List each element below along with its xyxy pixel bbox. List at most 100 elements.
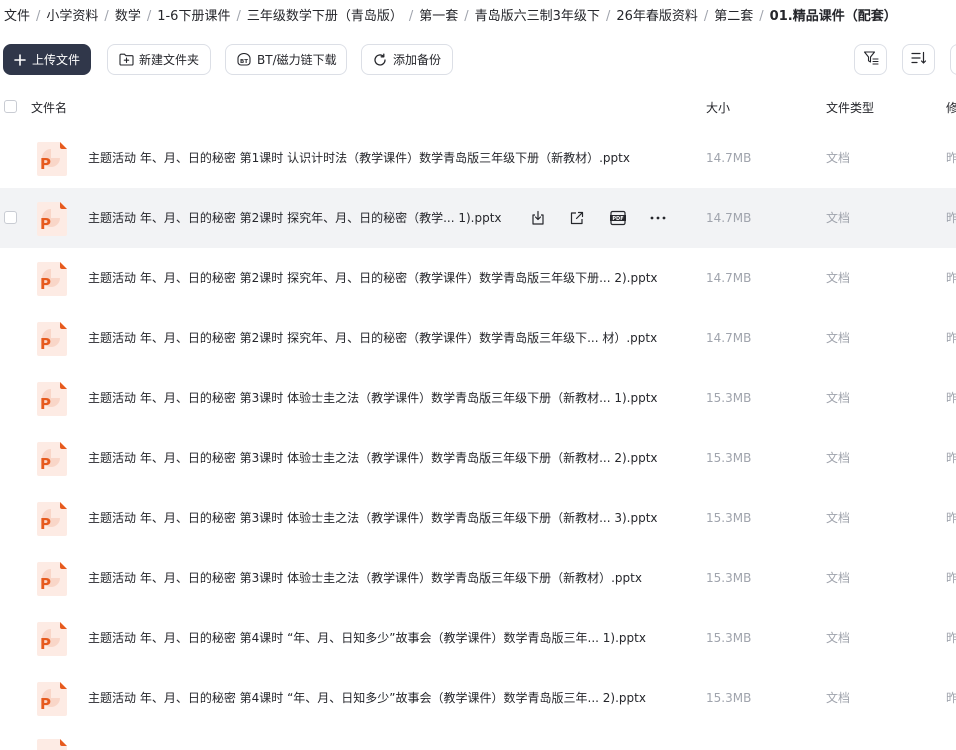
select-all-checkbox[interactable]: [4, 100, 17, 113]
file-modified: 昨: [946, 391, 956, 405]
file-name[interactable]: 主题活动 年、月、日的秘密 第2课时 探究年、月、日的秘密（教学课件）数学青岛版…: [88, 308, 657, 368]
file-modified: 昨: [946, 511, 956, 525]
file-name[interactable]: 主题活动 年、月、日的秘密 第3课时 体验士圭之法（教学课件）数学青岛版三年级下…: [88, 548, 642, 608]
file-size: 15.3MB: [706, 391, 752, 405]
file-size: 14.7MB: [706, 271, 752, 285]
file-list: P 主题活动 年、月、日的秘密 第1课时 认识计时法（教学课件）数学青岛版三年级…: [0, 128, 956, 728]
breadcrumb-item[interactable]: 青岛版六三制3年级下: [475, 7, 600, 27]
table-row[interactable]: P 主题活动 年、月、日的秘密 第4课时 “年、月、日知多少”故事会（教学课件）…: [0, 668, 956, 728]
row-checkbox[interactable]: [4, 211, 17, 224]
breadcrumb-item[interactable]: 26年春版资料: [616, 7, 698, 27]
filter-button[interactable]: [854, 44, 887, 75]
file-modified: 昨: [946, 151, 956, 165]
file-name[interactable]: 主题活动 年、月、日的秘密 第2课时 探究年、月、日的秘密（教学... 1).p…: [88, 188, 502, 248]
share-icon[interactable]: [567, 208, 587, 228]
svg-text:PDF: PDF: [612, 216, 623, 222]
breadcrumb-separator: /: [464, 9, 469, 24]
column-header-name[interactable]: 文件名: [31, 90, 67, 126]
file-size: 15.3MB: [706, 631, 752, 645]
table-header: 文件名 大小 文件类型 修: [0, 90, 956, 126]
file-size: 15.3MB: [706, 571, 752, 585]
breadcrumb-separator: /: [605, 9, 611, 24]
file-size: 14.7MB: [706, 151, 752, 165]
table-row[interactable]: P 主题活动 年、月、日的秘密 第3课时 体验士圭之法（教学课件）数学青岛版三年…: [0, 428, 956, 488]
table-row[interactable]: P 主题活动 年、月、日的秘密 第3课时 体验士圭之法（教学课件）数学青岛版三年…: [0, 548, 956, 608]
breadcrumb-separator: /: [408, 9, 414, 24]
svg-text:P: P: [40, 635, 51, 653]
svg-text:P: P: [40, 395, 51, 413]
toolbar-overflow-button[interactable]: [950, 44, 956, 75]
pptx-file-icon: P: [36, 682, 68, 716]
add-backup-button[interactable]: 添加备份: [361, 44, 453, 75]
file-size: 15.3MB: [706, 691, 752, 705]
breadcrumb-item[interactable]: 第二套: [714, 7, 753, 27]
file-type: 文档: [826, 631, 851, 645]
new-folder-button[interactable]: 新建文件夹: [107, 44, 211, 75]
upload-button-label: 上传文件: [31, 53, 80, 67]
pdf-icon[interactable]: PDF: [608, 208, 628, 228]
pptx-file-icon: P: [36, 202, 68, 236]
pptx-file-icon: P: [36, 322, 68, 356]
download-icon[interactable]: [528, 208, 548, 228]
svg-text:P: P: [40, 155, 51, 173]
file-name[interactable]: 主题活动 年、月、日的秘密 第3课时 体验士圭之法（教学课件）数学青岛版三年级下…: [88, 488, 658, 548]
file-size: 14.7MB: [706, 331, 752, 345]
column-header-type[interactable]: 文件类型: [826, 90, 874, 126]
file-name[interactable]: 主题活动 年、月、日的秘密 第4课时 “年、月、日知多少”故事会（教学课件）数学…: [88, 608, 646, 668]
svg-text:P: P: [40, 335, 51, 353]
column-header-size[interactable]: 大小: [706, 90, 730, 126]
file-type: 文档: [826, 511, 851, 525]
breadcrumb-separator: /: [36, 9, 41, 24]
breadcrumb-item[interactable]: 三年级数学下册（青岛版）: [247, 7, 403, 27]
svg-text:P: P: [40, 455, 51, 473]
column-header-modified[interactable]: 修: [946, 90, 956, 126]
svg-text:P: P: [40, 275, 51, 293]
file-modified: 昨: [946, 691, 956, 705]
breadcrumb-separator: /: [236, 9, 241, 24]
table-row[interactable]: P 主题活动 年、月、日的秘密 第2课时 探究年、月、日的秘密（教学... 1)…: [0, 188, 956, 248]
breadcrumb-current: 01.精品课件（配套）: [769, 9, 897, 24]
file-type: 文档: [826, 571, 851, 585]
svg-text:BT: BT: [240, 59, 248, 65]
file-type: 文档: [826, 391, 851, 405]
file-name[interactable]: 主题活动 年、月、日的秘密 第4课时 “年、月、日知多少”故事会（教学课件）数学…: [88, 668, 646, 728]
sort-button[interactable]: [902, 44, 935, 75]
breadcrumb-item-files[interactable]: 文件: [4, 7, 30, 27]
breadcrumb-item[interactable]: 数学: [115, 7, 141, 27]
pptx-file-icon: P: [36, 142, 68, 176]
file-name[interactable]: 主题活动 年、月、日的秘密 第2课时 探究年、月、日的秘密（教学课件）数学青岛版…: [88, 248, 658, 308]
table-row[interactable]: P 主题活动 年、月、日的秘密 第2课时 探究年、月、日的秘密（教学课件）数学青…: [0, 308, 956, 368]
file-modified: 昨: [946, 631, 956, 645]
breadcrumb: 文件 / 小学资料 / 数学 / 1-6下册课件 / 三年级数学下册（青岛版） / 第一套 / 青岛版六…: [4, 7, 897, 27]
file-type: 文档: [826, 271, 851, 285]
table-row[interactable]: P 主题活动 年、月、日的秘密 第2课时 探究年、月、日的秘密（教学课件）数学青…: [0, 248, 956, 308]
file-type: 文档: [826, 211, 851, 225]
pptx-file-icon: P: [36, 622, 68, 656]
breadcrumb-item[interactable]: 1-6下册课件: [157, 7, 230, 27]
file-modified: 昨: [946, 451, 956, 465]
breadcrumb-separator: /: [703, 9, 709, 24]
table-row[interactable]: P 主题活动 年、月、日的秘密 第4课时 “年、月、日知多少”故事会（教学课件）…: [0, 608, 956, 668]
table-row[interactable]: P 主题活动 年、月、日的秘密 第3课时 体验士圭之法（教学课件）数学青岛版三年…: [0, 368, 956, 428]
bt-download-button[interactable]: BT BT/磁力链下载: [225, 44, 347, 75]
file-type: 文档: [826, 151, 851, 165]
upload-button[interactable]: 上传文件: [3, 44, 91, 75]
new-folder-button-label: 新建文件夹: [139, 53, 200, 67]
pptx-file-icon: P: [36, 562, 68, 596]
table-row[interactable]: P 主题活动 年、月、日的秘密 第1课时 认识计时法（教学课件）数学青岛版三年级…: [0, 128, 956, 188]
filter-icon: [863, 50, 879, 69]
breadcrumb-item[interactable]: 小学资料: [46, 7, 98, 27]
more-icon[interactable]: [648, 208, 668, 228]
file-name[interactable]: 主题活动 年、月、日的秘密 第1课时 认识计时法（教学课件）数学青岛版三年级下册…: [88, 128, 630, 188]
sort-icon: [910, 50, 927, 69]
file-type: 文档: [826, 331, 851, 345]
breadcrumb-item[interactable]: 第一套: [419, 7, 458, 27]
pptx-file-icon: P: [36, 502, 68, 536]
svg-text:P: P: [40, 515, 51, 533]
file-name[interactable]: 主题活动 年、月、日的秘密 第3课时 体验士圭之法（教学课件）数学青岛版三年级下…: [88, 428, 658, 488]
file-name[interactable]: 主题活动 年、月、日的秘密 第3课时 体验士圭之法（教学课件）数学青岛版三年级下…: [88, 368, 658, 428]
svg-text:P: P: [40, 575, 51, 593]
breadcrumb-separator: /: [759, 9, 764, 24]
table-row[interactable]: P 主题活动 年、月、日的秘密 第3课时 体验士圭之法（教学课件）数学青岛版三年…: [0, 488, 956, 548]
bt-icon: BT: [236, 52, 252, 68]
